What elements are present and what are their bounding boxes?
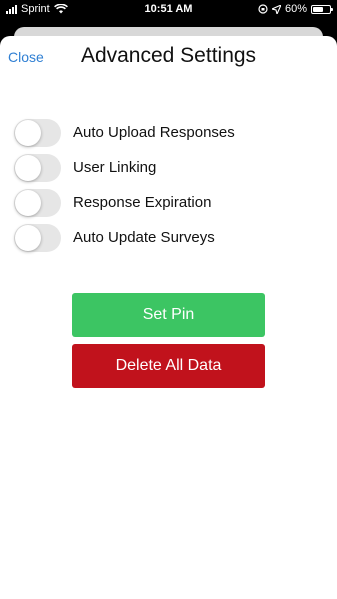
battery-percent: 60% (284, 3, 307, 15)
setting-label: Auto Upload Responses (73, 124, 235, 141)
status-bar: Sprint 10:51 AM 60% (0, 0, 337, 20)
setting-auto-update-surveys: Auto Update Surveys (14, 220, 235, 255)
setting-label: User Linking (73, 159, 157, 176)
auto-update-surveys-toggle[interactable] (14, 223, 61, 252)
orientation-lock-icon (258, 4, 268, 14)
response-expiration-toggle[interactable] (14, 188, 61, 217)
setting-label: Response Expiration (73, 194, 212, 211)
advanced-settings-sheet: Close Advanced Settings Auto Upload Resp… (0, 36, 337, 599)
battery-icon (311, 4, 333, 14)
set-pin-button[interactable]: Set Pin (72, 293, 265, 337)
setting-auto-upload-responses: Auto Upload Responses (14, 115, 235, 150)
setting-response-expiration: Response Expiration (14, 185, 235, 220)
location-icon (271, 4, 281, 14)
status-right: 60% (258, 3, 333, 15)
user-linking-toggle[interactable] (14, 153, 61, 182)
delete-all-data-button[interactable]: Delete All Data (72, 344, 265, 388)
setting-user-linking: User Linking (14, 150, 235, 185)
battery-fill (313, 6, 323, 12)
auto-upload-responses-toggle[interactable] (14, 118, 61, 147)
setting-label: Auto Update Surveys (73, 229, 215, 246)
settings-list: Auto Upload Responses User Linking Respo… (14, 115, 235, 255)
page-title: Advanced Settings (80, 44, 257, 67)
